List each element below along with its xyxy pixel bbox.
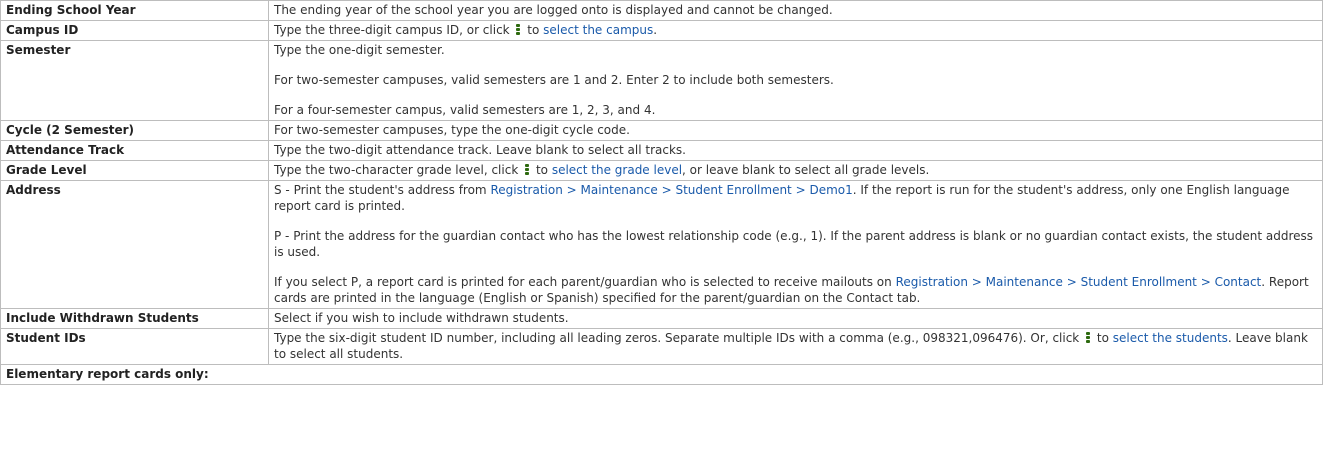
param-row-campus-id: Campus ID Type the three-digit campus ID… xyxy=(0,20,1323,41)
param-description: Type the two-character grade level, clic… xyxy=(268,160,1323,181)
param-label: Student IDs xyxy=(0,328,269,365)
param-description: The ending year of the school year you a… xyxy=(268,0,1323,21)
param-label: Ending School Year xyxy=(0,0,269,21)
param-description: Type the six-digit student ID number, in… xyxy=(268,328,1323,365)
param-label: Semester xyxy=(0,40,269,121)
param-label: Address xyxy=(0,180,269,309)
param-row-address: Address S - Print the student's address … xyxy=(0,180,1323,309)
demo1-link[interactable]: Registration > Maintenance > Student Enr… xyxy=(490,183,852,197)
section-row: Elementary report cards only: xyxy=(0,364,1323,385)
param-label: Campus ID xyxy=(0,20,269,41)
param-row-grade-level: Grade Level Type the two-character grade… xyxy=(0,160,1323,181)
param-description: S - Print the student's address from Reg… xyxy=(268,180,1323,309)
description-paragraph: For two-semester campuses, valid semeste… xyxy=(274,73,834,87)
description-text: to xyxy=(535,163,548,177)
description-text: If you select P, a report card is printe… xyxy=(274,275,892,289)
description-text: to xyxy=(527,23,540,37)
param-label: Include Withdrawn Students xyxy=(0,308,269,329)
description-text: to xyxy=(1096,331,1109,345)
description-text: Type the three-digit campus ID, or click xyxy=(274,23,510,37)
description-text: . xyxy=(653,23,658,37)
vertical-dots-icon[interactable] xyxy=(1086,332,1091,344)
contact-link[interactable]: Registration > Maintenance > Student Enr… xyxy=(896,275,1262,289)
param-row-ending-school-year: Ending School Year The ending year of th… xyxy=(0,0,1323,21)
description-text: , or leave blank to select all grade lev… xyxy=(682,163,930,177)
select-grade-level-link[interactable]: select the grade level xyxy=(552,163,682,177)
param-label: Attendance Track xyxy=(0,140,269,161)
description-paragraph: Type the one-digit semester. xyxy=(274,43,445,57)
param-label: Cycle (2 Semester) xyxy=(0,120,269,141)
description-paragraph: S - Print the student's address from Reg… xyxy=(274,182,1317,214)
select-campus-link[interactable]: select the campus xyxy=(543,23,653,37)
param-row-cycle: Cycle (2 Semester) For two-semester camp… xyxy=(0,120,1323,141)
vertical-dots-icon[interactable] xyxy=(525,164,530,176)
description-paragraph: P - Print the address for the guardian c… xyxy=(274,229,1314,259)
description-text: Type the six-digit student ID number, in… xyxy=(274,331,1080,345)
select-students-link[interactable]: select the students xyxy=(1113,331,1228,345)
param-row-semester: Semester Type the one-digit semester. Fo… xyxy=(0,40,1323,121)
param-description: Type the three-digit campus ID, or click… xyxy=(268,20,1323,41)
param-description: For two-semester campuses, type the one-… xyxy=(268,120,1323,141)
param-row-attendance-track: Attendance Track Type the two-digit atte… xyxy=(0,140,1323,161)
section-heading: Elementary report cards only: xyxy=(0,364,1323,385)
description-paragraph: For a four-semester campus, valid semest… xyxy=(274,103,656,117)
param-description: Type the two-digit attendance track. Lea… xyxy=(268,140,1323,161)
param-row-include-withdrawn: Include Withdrawn Students Select if you… xyxy=(0,308,1323,329)
param-row-student-ids: Student IDs Type the six-digit student I… xyxy=(0,328,1323,365)
param-description: Type the one-digit semester. For two-sem… xyxy=(268,40,1323,121)
description-text: S - Print the student's address from xyxy=(274,183,487,197)
description-paragraph: If you select P, a report card is printe… xyxy=(274,274,1317,306)
param-label: Grade Level xyxy=(0,160,269,181)
param-description: Select if you wish to include withdrawn … xyxy=(268,308,1323,329)
description-text: Type the two-character grade level, clic… xyxy=(274,163,519,177)
vertical-dots-icon[interactable] xyxy=(516,24,521,36)
parameters-table: Ending School Year The ending year of th… xyxy=(0,0,1323,385)
